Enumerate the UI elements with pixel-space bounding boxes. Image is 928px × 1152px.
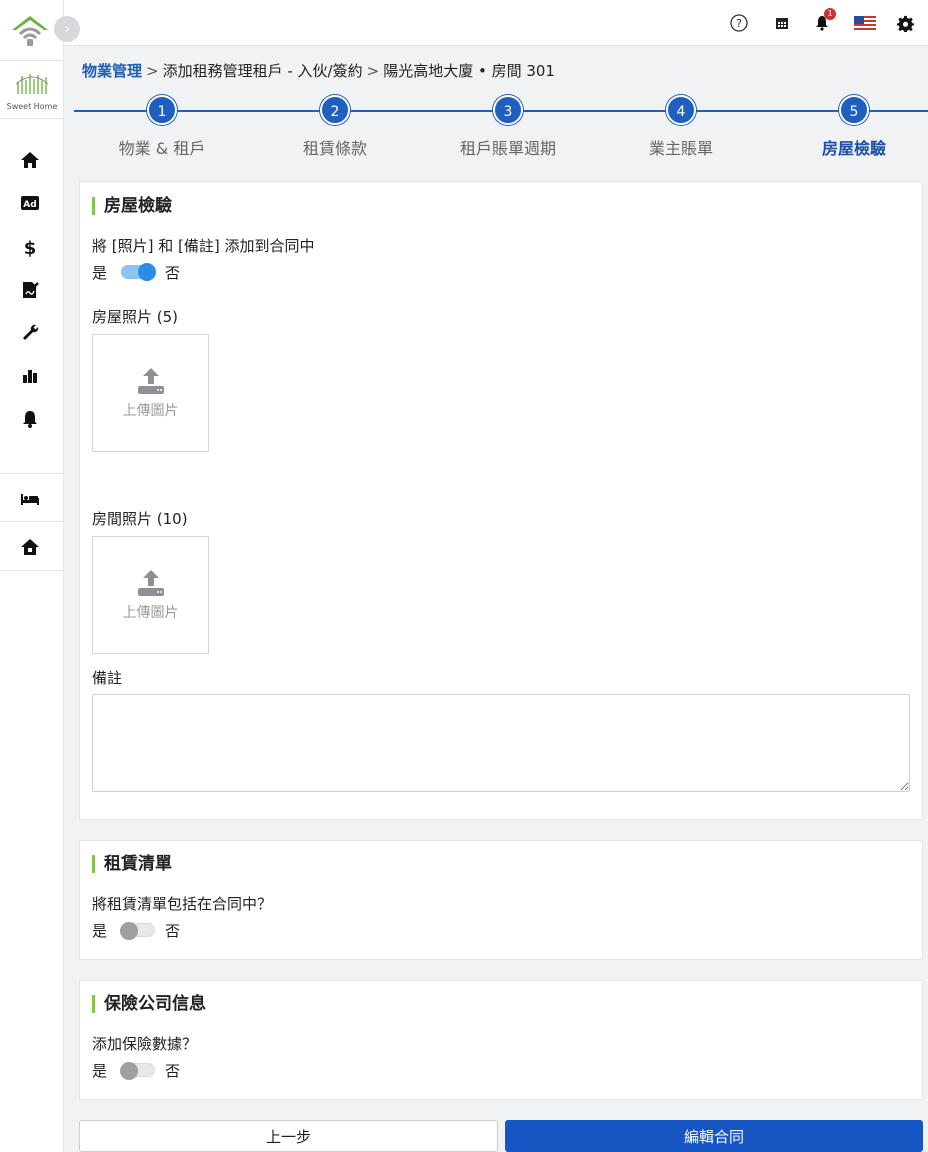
yes-label: 是 — [92, 263, 108, 282]
include-photos-toggle[interactable] — [121, 263, 157, 281]
rental-list-toggle-row: 是 否 — [92, 919, 180, 941]
dollar-icon[interactable]: $ — [18, 235, 42, 259]
add-insurance-toggle[interactable] — [120, 1062, 156, 1080]
sidebar-collapse-button[interactable]: › — [54, 16, 80, 42]
step-number: 4 — [666, 95, 696, 125]
section-title: 保險公司信息 — [92, 995, 206, 1013]
brand-caption: Sweet Home — [6, 102, 58, 111]
inspection-question: 將 [照片] 和 [備註] 添加到合同中 — [92, 237, 315, 255]
sidebar-divider — [0, 118, 64, 119]
step-5[interactable]: 5 房屋檢驗 — [764, 95, 928, 159]
step-number: 1 — [147, 95, 177, 125]
insurance-toggle-row: 是 否 — [92, 1059, 180, 1081]
breadcrumb-root-link[interactable]: 物業管理 — [82, 62, 142, 80]
step-4[interactable]: 4 業主賬單 — [591, 95, 771, 159]
ad-icon[interactable]: Ad — [18, 191, 42, 215]
step-number: 5 — [839, 95, 869, 125]
no-label: 否 — [165, 1061, 181, 1080]
insurance-card: 保險公司信息 添加保險數據？ 是 否 — [79, 980, 923, 1100]
brand-logo-icon — [15, 74, 49, 94]
svg-text:Ad: Ad — [23, 200, 36, 210]
step-3[interactable]: 3 租戶賬單週期 — [418, 95, 598, 159]
step-label: 業主賬單 — [648, 139, 713, 158]
calendar-icon[interactable] — [771, 12, 793, 34]
step-label: 租戶賬單週期 — [459, 139, 556, 158]
step-number: 2 — [320, 95, 350, 125]
no-label: 否 — [165, 921, 181, 940]
sidebar-divider — [0, 473, 64, 474]
bell-icon[interactable] — [18, 407, 42, 431]
wrench-icon[interactable] — [18, 321, 42, 345]
edit-contract-button[interactable]: 編輯合同 — [505, 1120, 923, 1152]
chart-icon[interactable] — [18, 364, 42, 388]
breadcrumb-separator: > — [366, 62, 380, 80]
notes-textarea[interactable] — [92, 694, 910, 792]
svg-text:?: ? — [736, 17, 742, 30]
app-logo-icon[interactable] — [8, 10, 52, 48]
sidebar-divider — [0, 570, 64, 571]
upload-icon — [137, 570, 164, 596]
help-icon[interactable]: ? — [728, 12, 750, 34]
insurance-question: 添加保險數據？ — [92, 1035, 198, 1053]
breadcrumb-step: 添加租務管理租戶 - 入伙/簽約 — [162, 62, 363, 80]
previous-step-button[interactable]: 上一步 — [79, 1120, 498, 1152]
top-bar: ? 1 — [64, 0, 928, 46]
house-photos-label: 房屋照片 (5) — [92, 308, 179, 326]
house-icon[interactable] — [18, 535, 42, 559]
upload-label: 上傳圖片 — [122, 403, 179, 419]
inspection-card: 房屋檢驗 將 [照片] 和 [備註] 添加到合同中 是 否 房屋照片 (5) 上… — [79, 181, 923, 820]
notification-bell-icon[interactable]: 1 — [811, 8, 836, 34]
step-number: 3 — [493, 95, 523, 125]
upload-label: 上傳圖片 — [122, 605, 179, 621]
sidebar: Sweet Home Ad $ — [0, 0, 64, 1152]
step-1[interactable]: 1 物業 & 租戶 — [72, 95, 252, 159]
section-title: 租賃清單 — [92, 855, 172, 873]
step-label: 房屋檢驗 — [821, 139, 886, 158]
svg-text:$: $ — [24, 238, 37, 257]
sidebar-divider — [0, 60, 64, 61]
step-2[interactable]: 2 租賃條款 — [245, 95, 425, 159]
notification-count-badge: 1 — [824, 8, 836, 20]
contract-icon[interactable] — [18, 278, 42, 302]
breadcrumb-separator: > — [146, 62, 159, 80]
room-photo-upload-button[interactable]: 上傳圖片 — [92, 536, 209, 654]
sidebar-divider — [0, 521, 64, 522]
rental-list-question: 將租賃清單包括在合同中？ — [92, 895, 273, 913]
section-title: 房屋檢驗 — [92, 197, 172, 215]
us-flag-icon[interactable] — [854, 12, 876, 34]
inspection-toggle-row: 是 否 — [92, 261, 180, 283]
include-rental-list-toggle[interactable] — [120, 922, 156, 940]
brand: Sweet Home — [0, 70, 64, 111]
house-photo-upload-button[interactable]: 上傳圖片 — [92, 334, 209, 452]
breadcrumb: 物業管理 > 添加租務管理租戶 - 入伙/簽約 > 陽光高地大廈 • 房間 301 — [82, 60, 555, 81]
rental-list-card: 租賃清單 將租賃清單包括在合同中？ 是 否 — [79, 840, 923, 960]
step-label: 租賃條款 — [302, 139, 367, 158]
no-label: 否 — [165, 263, 181, 282]
bed-icon[interactable] — [18, 487, 42, 511]
yes-label: 是 — [92, 1061, 108, 1080]
breadcrumb-current: 陽光高地大廈 • 房間 301 — [383, 62, 555, 80]
upload-icon — [137, 368, 164, 394]
home-icon[interactable] — [18, 148, 42, 172]
step-label: 物業 & 租戶 — [118, 139, 206, 158]
notes-label: 備註 — [92, 669, 123, 687]
yes-label: 是 — [92, 921, 108, 940]
gear-icon[interactable] — [894, 12, 916, 34]
room-photos-label: 房間照片 (10) — [92, 510, 188, 528]
